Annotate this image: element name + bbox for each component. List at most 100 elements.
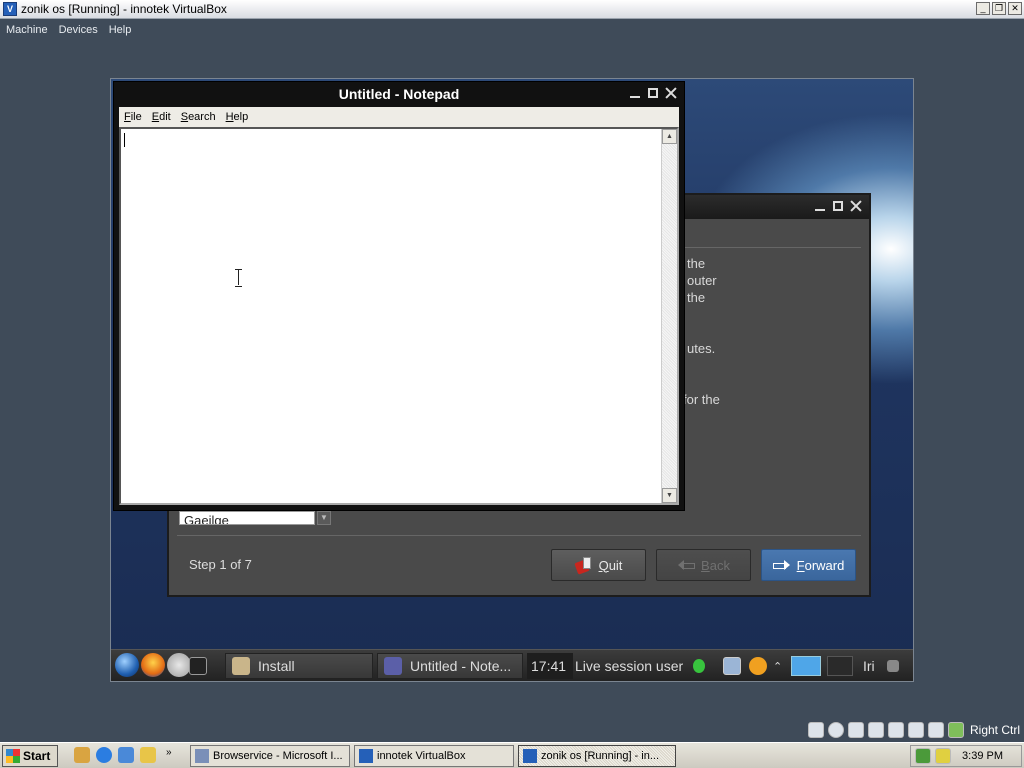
session-user-label[interactable]: Live session user	[575, 653, 693, 679]
forward-label: Forward	[796, 557, 845, 573]
notepad-icon	[384, 657, 402, 675]
guest-taskbar: Install Untitled - Note... 17:41 Live se…	[111, 649, 913, 681]
task-label: Browservice - Microsoft I...	[213, 750, 343, 762]
vbox-window-title: zonik os [Running] - innotek VirtualBox	[21, 2, 227, 16]
step-label: Step 1 of 7	[189, 557, 252, 572]
minimize-button[interactable]: _	[976, 2, 990, 15]
network-icon[interactable]	[723, 653, 745, 679]
volume-icon[interactable]	[887, 653, 907, 679]
terminal-icon[interactable]	[189, 653, 211, 679]
installer-window-controls	[813, 199, 863, 213]
back-arrow-icon	[677, 559, 695, 571]
usb-icon[interactable]	[887, 722, 904, 738]
maximize-icon[interactable]	[646, 86, 660, 100]
task-zonik-os[interactable]: zonik os [Running] - in...	[518, 745, 676, 767]
notepad-window: Untitled - Notepad File Edit Search Help…	[113, 81, 685, 511]
close-icon[interactable]	[849, 199, 863, 213]
running-man-icon[interactable]	[693, 653, 709, 679]
settings-icon[interactable]	[167, 653, 191, 677]
internet-explorer-icon[interactable]	[96, 747, 112, 763]
menu-file[interactable]: File	[119, 111, 147, 123]
task-label: innotek VirtualBox	[377, 750, 466, 762]
guest-clock[interactable]: 17:41	[527, 653, 573, 679]
notepad-window-controls	[628, 86, 678, 100]
menu-edit[interactable]: Edit	[147, 111, 176, 123]
vbox-status-bar: Right Ctrl	[794, 720, 1024, 740]
network-adapter-icon[interactable]	[867, 722, 884, 738]
guest-screen[interactable]: the outer the utes. for the Gaeilge ▼ St…	[110, 78, 914, 682]
minimize-icon[interactable]	[628, 86, 642, 100]
chevron-down-icon[interactable]: ▼	[317, 511, 331, 525]
close-icon[interactable]	[664, 86, 678, 100]
language-select[interactable]: Gaeilge	[179, 511, 315, 525]
back-label: Back	[701, 557, 730, 573]
menu-search[interactable]: Search	[176, 111, 221, 123]
quit-button[interactable]: Quit	[551, 549, 646, 581]
install-icon	[232, 657, 250, 675]
scroll-down-icon[interactable]: ▼	[662, 488, 677, 503]
start-button[interactable]: Start	[2, 745, 58, 767]
ibeam-cursor-icon	[235, 269, 242, 287]
quit-icon	[575, 557, 593, 573]
notepad-menubar: File Edit Search Help	[119, 107, 679, 127]
task-virtualbox[interactable]: innotek VirtualBox	[354, 745, 514, 767]
system-tray: 3:39 PM	[910, 745, 1022, 767]
virtualbox-icon	[359, 749, 373, 763]
floppy-icon[interactable]	[847, 722, 864, 738]
task-label: zonik os [Running] - in...	[541, 750, 660, 762]
text-fragment: the	[687, 256, 706, 271]
close-button[interactable]: ✕	[1008, 2, 1022, 15]
back-button[interactable]: Back	[656, 549, 751, 581]
chevron-up-icon[interactable]: ⌃	[773, 653, 787, 679]
harddisk-icon[interactable]	[807, 722, 824, 738]
firefox-icon[interactable]	[141, 653, 165, 677]
cdrom-icon[interactable]	[827, 722, 844, 738]
minimize-icon[interactable]	[813, 199, 827, 213]
menu-help[interactable]: Help	[221, 111, 254, 123]
mouse-integration-icon[interactable]	[927, 722, 944, 738]
locale-indicator[interactable]: Iri	[863, 653, 883, 679]
forward-arrow-icon	[772, 559, 791, 571]
text-caret	[124, 133, 125, 147]
search-icon[interactable]	[140, 747, 156, 763]
task-browservice[interactable]: Browservice - Microsoft I...	[190, 745, 350, 767]
text-fragment: utes.	[687, 341, 716, 356]
vbox-titlebar[interactable]: V zonik os [Running] - innotek VirtualBo…	[0, 0, 1024, 19]
vbox-window-controls: _ ❐ ✕	[976, 2, 1022, 15]
workspace-switcher-empty[interactable]	[827, 653, 855, 679]
tray-app-icon[interactable]	[915, 748, 931, 764]
ie-icon	[195, 749, 209, 763]
host-key-label: Right Ctrl	[969, 723, 1020, 737]
restore-button[interactable]: ❐	[992, 2, 1006, 15]
divider	[177, 535, 861, 536]
workspace-switcher[interactable]	[791, 653, 823, 679]
system-clock[interactable]: 3:39 PM	[962, 750, 1003, 762]
tray-app-icon[interactable]	[935, 748, 951, 764]
quit-label: Quit	[598, 557, 623, 573]
vertical-scrollbar[interactable]: ▲ ▼	[661, 129, 677, 503]
update-icon[interactable]	[749, 653, 771, 679]
virtualbox-icon: V	[3, 2, 17, 16]
menu-machine[interactable]: Machine	[0, 24, 53, 36]
main-menu-icon[interactable]	[115, 653, 139, 677]
menu-devices[interactable]: Devices	[53, 24, 103, 36]
task-label: Untitled - Note...	[410, 658, 512, 674]
task-label: Install	[258, 658, 295, 674]
shared-folder-icon[interactable]	[907, 722, 924, 738]
start-label: Start	[23, 749, 51, 763]
chevron-right-icon[interactable]: »	[166, 747, 172, 758]
maximize-icon[interactable]	[831, 199, 845, 213]
vbox-menubar: Machine Devices Help	[0, 20, 1024, 40]
outlook-icon[interactable]	[118, 747, 134, 763]
task-notepad[interactable]: Untitled - Note...	[377, 653, 523, 679]
notepad-text-area[interactable]: ▲ ▼	[119, 127, 679, 505]
scroll-up-icon[interactable]: ▲	[662, 129, 677, 144]
task-install[interactable]: Install	[225, 653, 373, 679]
notepad-titlebar[interactable]: Untitled - Notepad	[114, 82, 684, 106]
quicklaunch-icon[interactable]	[74, 747, 90, 763]
menu-help[interactable]: Help	[103, 24, 137, 36]
text-fragment: for the	[683, 392, 720, 407]
keyboard-capture-icon[interactable]	[947, 722, 964, 738]
virtualbox-icon	[523, 749, 537, 763]
forward-button[interactable]: Forward	[761, 549, 856, 581]
